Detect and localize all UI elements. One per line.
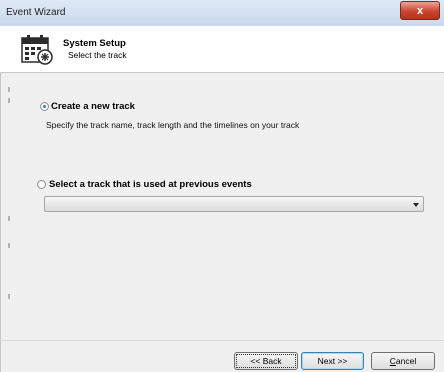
window-title: Event Wizard xyxy=(6,7,66,18)
close-button[interactable]: x xyxy=(400,1,440,20)
back-button[interactable]: << Back xyxy=(234,352,298,370)
chevron-down-icon[interactable] xyxy=(413,203,419,207)
previous-track-select[interactable] xyxy=(44,196,424,212)
next-button[interactable]: Next >> xyxy=(301,352,364,370)
next-button-label: Next >> xyxy=(317,356,348,366)
wizard-header: System Setup Select the track xyxy=(0,26,444,73)
close-icon: x xyxy=(416,4,424,17)
wizard-footer: << Back Next >> Cancel xyxy=(0,340,444,372)
page-subtitle: Select the track xyxy=(68,50,127,60)
select-previous-track-label[interactable]: Select a track that is used at previous … xyxy=(49,179,252,190)
back-button-label: << Back xyxy=(250,356,282,366)
cancel-button[interactable]: Cancel xyxy=(371,352,435,370)
cancel-button-label: ancel xyxy=(395,356,417,366)
create-new-track-description: Specify the track name, track length and… xyxy=(46,120,300,130)
page-title: System Setup xyxy=(63,38,126,49)
event-wizard-window: Event Wizard x System Setup Select the t… xyxy=(0,0,444,372)
title-bar[interactable]: Event Wizard x xyxy=(0,0,444,27)
select-previous-track-radio[interactable] xyxy=(37,180,46,189)
wizard-content: Create a new track Specify the track nam… xyxy=(0,73,444,340)
create-new-track-label[interactable]: Create a new track xyxy=(51,101,135,112)
calendar-settings-icon xyxy=(21,35,53,65)
create-new-track-radio[interactable] xyxy=(40,102,49,111)
side-marks xyxy=(8,73,10,340)
